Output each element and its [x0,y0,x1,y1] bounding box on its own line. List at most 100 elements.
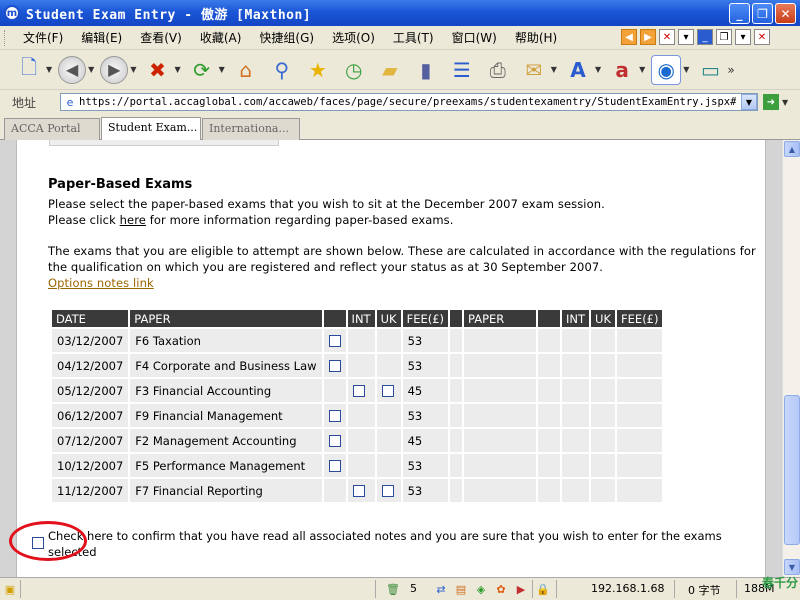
media-icon[interactable]: ▶ [514,582,528,596]
int-checkbox[interactable] [352,385,365,397]
exam-checkbox[interactable] [328,410,341,422]
empty-cell [464,329,537,352]
address-label: 地址 [12,95,37,110]
dropdown-icon[interactable]: ▼ [683,65,689,74]
exam-checkbox[interactable] [328,460,341,472]
close-button[interactable]: ✕ [775,3,796,24]
address-input[interactable]: e https://portal.accaglobal.com/accaweb/… [60,93,758,111]
uk-checkbox[interactable] [381,485,394,497]
search-icon[interactable]: ⚲ [267,55,297,85]
tab-acca-portal[interactable]: ACCA Portal [4,118,100,140]
folder-icon[interactable]: ▰ [375,55,405,85]
more-icon[interactable]: » [727,63,734,77]
scroll-down-icon[interactable]: ▼ [784,559,800,575]
menu-options[interactable]: 选项(O) [323,29,384,46]
forward-icon[interactable]: ▶ [100,55,129,84]
exam-fee: 45 [402,379,449,402]
tab-close-all-icon[interactable]: ✕ [754,29,770,45]
new-page-icon[interactable]: 🗋 [14,55,44,85]
menu-help[interactable]: 帮助(H) [506,29,566,46]
uk-cell [376,479,401,502]
status-ip: 192.168.1.68 [591,582,665,595]
empty-cell [538,454,561,477]
exam-checkbox[interactable] [328,335,341,347]
empty-cell [538,404,561,427]
address-dropdown-icon[interactable]: ▼ [741,94,757,110]
col-date: DATE [52,310,129,327]
menu-edit[interactable]: 编辑(E) [72,29,131,46]
dropdown-icon[interactable]: ▼ [595,65,601,74]
menu-window[interactable]: 窗口(W) [443,29,506,46]
dropdown-icon[interactable]: ▼ [174,65,180,74]
tab-minimize-icon[interactable]: _ [697,29,713,45]
dropdown-icon[interactable]: ▾ [678,29,694,45]
dropdown-icon[interactable]: ▼ [551,65,557,74]
int-checkbox[interactable] [352,485,365,497]
empty-cell [591,354,616,377]
font-icon[interactable]: A [563,55,593,85]
empty-cell [464,354,537,377]
scroll-up-icon[interactable]: ▲ [784,141,800,157]
exam-checkbox[interactable] [328,435,341,447]
dropdown-icon[interactable]: ▼ [639,65,645,74]
col-int-2: INT [562,310,590,327]
favorites-star-icon[interactable]: ★ [303,55,333,85]
tab-close-icon[interactable]: ✕ [659,29,675,45]
int-cell [347,454,375,477]
tab-international[interactable]: Internationa... [202,118,300,140]
col-fee: FEE(£) [402,310,449,327]
cache-icon[interactable]: ▤ [454,582,468,596]
tab-prev-icon[interactable]: ◀ [621,29,637,45]
dropdown-icon[interactable]: ▼ [46,65,52,74]
menu-tools[interactable]: 工具(T) [384,29,443,46]
address-url[interactable]: https://portal.accaglobal.com/accaweb/fa… [79,96,736,108]
menu-groups[interactable]: 快捷组(G) [250,29,323,46]
translate-icon[interactable]: a [607,55,637,85]
spacer-cell [450,354,463,377]
window-switch-icon[interactable]: ▭ [695,55,725,85]
empty-cell [591,329,616,352]
back-icon[interactable]: ◀ [58,55,87,84]
dropdown-icon[interactable]: ▼ [88,65,94,74]
exam-paper: F4 Corporate and Business Law [130,354,322,377]
menu-favorites[interactable]: 收藏(A) [191,29,251,46]
reader-icon[interactable]: ☰ [447,55,477,85]
int-cell [347,479,375,502]
go-icon[interactable]: ➜ [763,94,779,110]
menu-view[interactable]: 查看(V) [131,29,191,46]
separator [375,580,376,598]
dropdown-icon[interactable]: ▼ [219,65,225,74]
tab-student-exam[interactable]: Student Exam... [101,117,201,141]
here-link[interactable]: here [120,213,146,227]
select-cell [323,379,346,402]
tab-restore-icon[interactable]: ❐ [716,29,732,45]
vertical-scrollbar[interactable]: ▲ ▼ [782,140,800,577]
tab-bar: ACCA Portal Student Exam... Internationa… [0,114,800,141]
home-icon[interactable]: ⌂ [231,55,261,85]
table-row: 11/12/2007 F7 Financial Reporting 53 [52,479,663,502]
scroll-thumb[interactable] [784,395,800,545]
menu-file[interactable]: 文件(F) [14,29,72,46]
sync-icon[interactable]: ⇄ [434,582,448,596]
trash-icon[interactable]: 🗑 [386,582,400,596]
book-icon[interactable]: ▮ [411,55,441,85]
restore-button[interactable]: ❐ [752,3,773,24]
exam-date: 10/12/2007 [52,454,129,477]
stop-icon[interactable]: ✖ [142,55,172,85]
minimize-button[interactable]: _ [729,3,750,24]
table-header-row: DATE PAPER INT UK FEE(£) PAPER INT UK FE… [52,310,663,327]
dropdown-icon[interactable]: ▾ [735,29,751,45]
print-icon[interactable]: ⎙ [483,55,513,85]
globe-icon[interactable]: ◉ [651,54,682,85]
tab-next-icon[interactable]: ▶ [640,29,656,45]
refresh-icon[interactable]: ⟳ [187,55,217,85]
options-notes-link[interactable]: Options notes link [48,276,154,290]
exam-checkbox[interactable] [328,360,341,372]
uk-checkbox[interactable] [381,385,394,397]
dropdown-icon[interactable]: ▼ [130,65,136,74]
history-icon[interactable]: ◷ [339,55,369,85]
flower-icon[interactable]: ✿ [494,582,508,596]
dropdown-icon[interactable]: ▼ [782,98,788,107]
mail-icon[interactable]: ✉ [519,55,549,85]
filter-icon[interactable]: ◈ [474,582,488,596]
